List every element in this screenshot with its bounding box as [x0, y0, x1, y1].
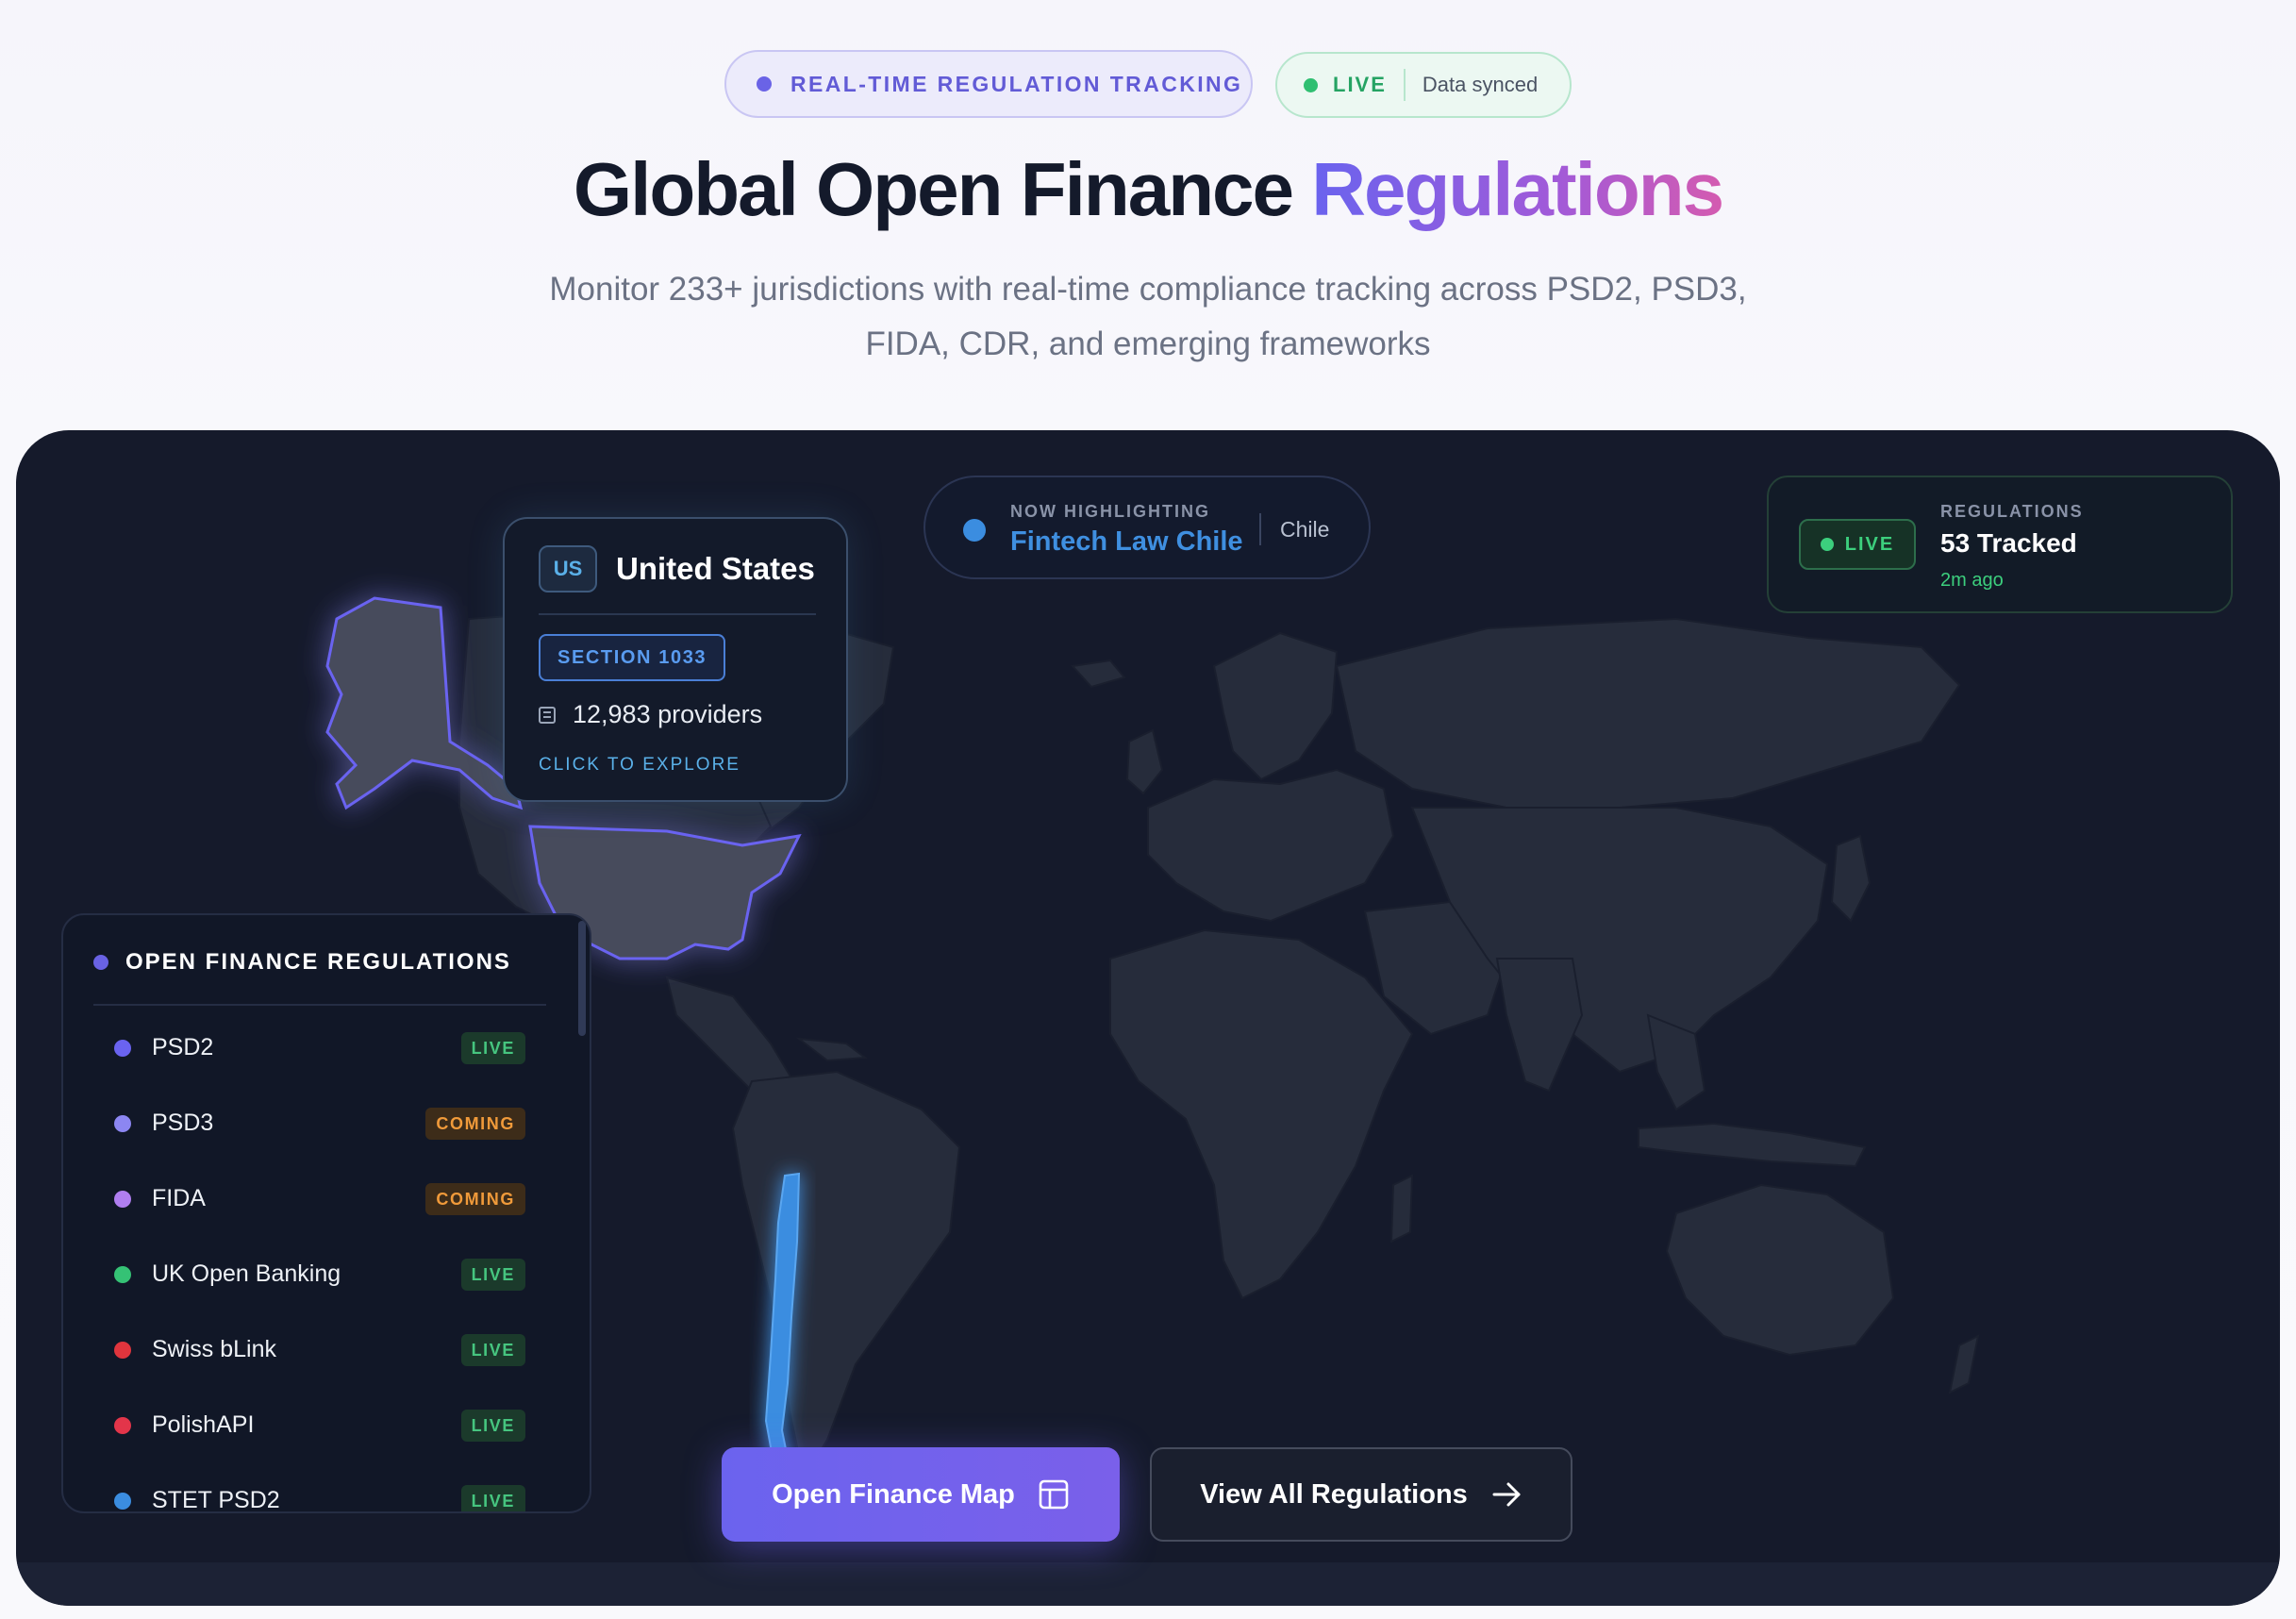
providers-count: 12,983 providers [539, 700, 762, 729]
open-finance-map-label: Open Finance Map [772, 1478, 1015, 1510]
regulation-dot-icon [114, 1040, 131, 1057]
africa-shape [1109, 928, 1414, 1300]
list-item[interactable]: PSD3 COMING [63, 1081, 590, 1157]
now-highlighting-pill: NOW HIGHLIGHTING Fintech Law Chile Chile [923, 476, 1371, 579]
regulation-section-badge: SECTION 1033 [539, 634, 726, 681]
new-zealand-shape [1948, 1334, 1980, 1394]
status-badge: LIVE [460, 1485, 525, 1511]
live-badge-label: LIVE [1844, 533, 1895, 555]
now-highlighting-label: NOW HIGHLIGHTING [1010, 502, 1210, 521]
status-dot-icon [757, 76, 772, 92]
australia-shape [1665, 1183, 1895, 1357]
divider [539, 613, 816, 615]
highlighted-country: Chile [1280, 517, 1330, 542]
status-badge: LIVE [460, 1259, 525, 1291]
madagascar-shape [1389, 1174, 1414, 1243]
regulation-label: STET PSD2 [152, 1487, 280, 1513]
layout-icon [1039, 1479, 1069, 1510]
uk-shape [1125, 728, 1164, 795]
iceland-shape [1071, 659, 1126, 689]
country-code-badge: US [539, 545, 597, 593]
list-title: OPEN FINANCE REGULATIONS [125, 949, 511, 975]
scandinavia-shape [1212, 631, 1339, 781]
regulations-counter: LIVE REGULATIONS 53 Tracked 2m ago [1767, 476, 2233, 613]
list-item[interactable]: PSD2 LIVE [63, 1006, 590, 1081]
status-badge: COMING [425, 1108, 525, 1140]
subtitle-line-1: Monitor 233+ jurisdictions with real-tim… [549, 271, 1747, 308]
regulation-dot-icon [114, 1417, 131, 1434]
open-finance-map-button[interactable]: Open Finance Map [722, 1447, 1120, 1542]
page-title: Global Open Finance Regulations [0, 146, 2296, 233]
indonesia-shape [1638, 1122, 1867, 1168]
sync-status: Data synced [1422, 73, 1539, 96]
divider [1259, 513, 1261, 545]
map-panel: US United States SECTION 1033 12,983 pro… [16, 430, 2280, 1606]
tracking-badge-label: REAL-TIME REGULATION TRACKING [790, 71, 1243, 96]
title-accent: Regulations [1311, 147, 1724, 231]
regulation-label: PSD2 [152, 1034, 214, 1060]
counter-value: 53 Tracked [1940, 528, 2077, 558]
list-item[interactable]: FIDA COMING [63, 1157, 590, 1232]
regulations-list-panel[interactable]: OPEN FINANCE REGULATIONS PSD2 LIVE PSD3 COM… [61, 913, 591, 1513]
list-header: OPEN FINANCE REGULATIONS [93, 949, 511, 976]
country-name: United States [616, 551, 815, 586]
russia-shape [1335, 617, 1961, 809]
view-all-regulations-button[interactable]: View All Regulations [1150, 1447, 1572, 1542]
hero-section: REAL-TIME REGULATION TRACKING LIVE Data … [0, 0, 2296, 429]
india-shape [1495, 958, 1584, 1093]
counter-label: REGULATIONS [1940, 502, 2084, 521]
live-sync-badge: LIVE Data synced [1275, 52, 1572, 118]
regulation-dot-icon [114, 1493, 131, 1510]
europe-shape [1147, 768, 1395, 923]
click-to-explore-link[interactable]: CLICK TO EXPLORE [539, 755, 740, 776]
regulation-dot-icon [114, 1342, 131, 1359]
arrow-right-icon [1492, 1482, 1521, 1507]
status-badge: LIVE [460, 1032, 525, 1064]
regulation-label: UK Open Banking [152, 1260, 341, 1287]
view-all-regulations-label: View All Regulations [1200, 1478, 1468, 1510]
list-item[interactable]: Swiss bLink LIVE [63, 1308, 590, 1383]
live-label: LIVE [1333, 73, 1387, 96]
subtitle-line-2: FIDA, CDR, and emerging frameworks [865, 325, 1431, 362]
live-badge: LIVE [1799, 519, 1916, 570]
status-badge: LIVE [460, 1410, 525, 1442]
list-item[interactable]: UK Open Banking LIVE [63, 1232, 590, 1308]
regulation-label: PSD3 [152, 1110, 214, 1136]
status-badge: COMING [425, 1183, 525, 1215]
providers-label: 12,983 providers [573, 700, 763, 728]
japan-shape [1830, 834, 1872, 923]
regulation-label: Swiss bLink [152, 1336, 276, 1362]
asia-shape [1410, 807, 1829, 1074]
list-item[interactable]: PolishAPI LIVE [63, 1383, 590, 1459]
header-dot-icon [93, 955, 108, 970]
building-icon [539, 706, 556, 724]
live-dot-icon [1820, 538, 1834, 551]
caribbean-shape [795, 1037, 868, 1062]
list-item[interactable]: STET PSD2 LIVE [63, 1459, 590, 1513]
regulation-label: PolishAPI [152, 1411, 255, 1438]
title-main: Global Open Finance [573, 147, 1312, 231]
regulation-label: FIDA [152, 1185, 206, 1211]
regulation-dot-icon [114, 1115, 131, 1132]
highlight-dot-icon [963, 519, 986, 542]
regulation-dot-icon [114, 1191, 131, 1208]
tracking-badge: REAL-TIME REGULATION TRACKING [724, 50, 1253, 118]
regulation-dot-icon [114, 1266, 131, 1283]
live-dot-icon [1304, 77, 1318, 92]
counter-updated: 2m ago [1940, 570, 2004, 591]
divider [1403, 69, 1406, 101]
regulations-list: PSD2 LIVE PSD3 COMING FIDA COMING UK Open Bank… [63, 1006, 590, 1513]
highlighted-regulation: Fintech Law Chile [1010, 526, 1243, 557]
panel-footer-strip [16, 1562, 2280, 1606]
page-subtitle: Monitor 233+ jurisdictions with real-tim… [488, 262, 1808, 372]
country-tooltip[interactable]: US United States SECTION 1033 12,983 pro… [503, 517, 848, 802]
status-badge: LIVE [460, 1334, 525, 1366]
